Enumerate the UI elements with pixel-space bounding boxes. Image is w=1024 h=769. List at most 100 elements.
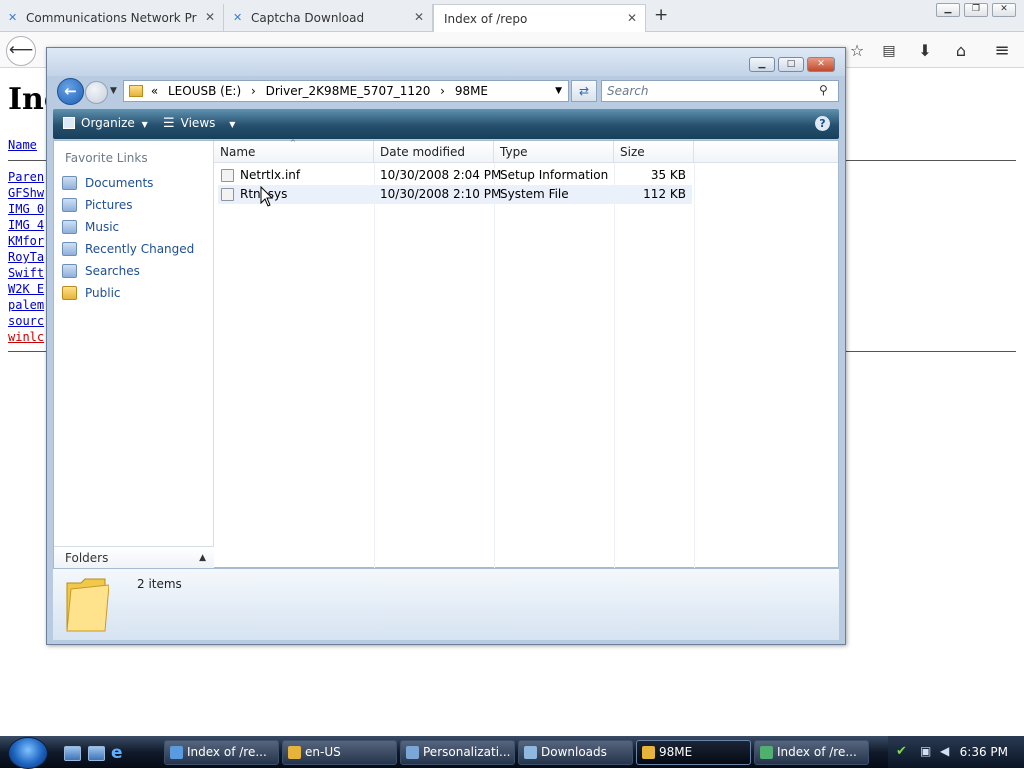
favorite-link-public[interactable]: Public — [60, 283, 210, 303]
taskbar-button[interactable]: Index of /re... — [164, 740, 279, 765]
file-link[interactable]: GFShw — [8, 186, 44, 200]
explorer-title-bar[interactable]: ▁ □ ✕ — [47, 48, 845, 76]
address-bar-row: ← ▼ « LEOUSB (E:) › Driver_2K98ME_5707_1… — [53, 78, 841, 106]
views-button[interactable]: ☰ Views ▼ — [163, 116, 235, 131]
maximize-button[interactable]: □ — [778, 57, 804, 72]
breadcrumb-separator-icon[interactable]: › — [251, 84, 256, 98]
file-name: Netrtlx.inf — [240, 168, 301, 182]
start-orb-icon[interactable] — [8, 737, 48, 769]
file-link[interactable]: IMG 4 — [8, 218, 44, 232]
taskbar-button[interactable]: Downloads — [518, 740, 633, 765]
column-header-date-modified[interactable]: Date modified — [374, 141, 494, 163]
file-size: 35 KB — [650, 168, 686, 182]
file-link[interactable]: sourc — [8, 314, 44, 328]
show-desktop-icon[interactable] — [64, 746, 81, 761]
close-button[interactable]: ✕ — [807, 57, 835, 72]
menu-hamburger-icon[interactable]: ≡ — [991, 40, 1013, 62]
search-input[interactable]: Search — [601, 80, 839, 102]
clock[interactable]: 6:36 PM — [960, 745, 1008, 759]
browser-tab[interactable]: ✕ Captcha Download ✕ — [225, 4, 433, 32]
network-icon[interactable]: ▣ — [920, 744, 931, 758]
favorite-link-documents[interactable]: Documents — [60, 173, 210, 193]
taskbar-button-active[interactable]: 98ME — [636, 740, 751, 765]
breadcrumb-separator-icon[interactable]: › — [440, 84, 445, 98]
breadcrumb-folder[interactable]: Driver_2K98ME_5707_1120 — [266, 84, 431, 98]
switch-windows-icon[interactable] — [88, 746, 105, 761]
folder-icon — [642, 746, 655, 759]
internet-explorer-icon[interactable]: e — [111, 743, 123, 763]
mouse-cursor-icon — [260, 186, 274, 207]
file-link[interactable]: W2K E — [8, 282, 44, 296]
navigation-pane: Favorite Links Documents Pictures Music … — [54, 141, 214, 569]
bookmark-star-icon[interactable]: ☆ — [846, 40, 868, 62]
file-link[interactable]: KMfor — [8, 234, 44, 248]
taskbar-button[interactable]: en-US — [282, 740, 397, 765]
column-header-empty — [694, 141, 838, 163]
browser-tab-active[interactable]: Index of /repo ✕ — [433, 4, 646, 32]
browser-tab[interactable]: ✕ Communications Network Pr ✕ — [0, 4, 224, 32]
tab-close-icon[interactable]: ✕ — [414, 10, 424, 24]
browser-tab-bar: ✕ Communications Network Pr ✕ ✕ Captcha … — [0, 0, 1024, 32]
tab-close-icon[interactable]: ✕ — [627, 11, 637, 25]
command-toolbar: Organize ▼ ☰ Views ▼ ? — [53, 109, 839, 139]
breadcrumb-current[interactable]: 98ME — [455, 84, 488, 98]
help-icon[interactable]: ? — [815, 116, 830, 131]
forward-arrow-icon[interactable] — [85, 81, 108, 104]
tab-close-icon[interactable]: ✕ — [205, 10, 215, 24]
column-header-size[interactable]: Size — [614, 141, 694, 163]
system-tray: ✔ ▣ ◀ 6:36 PM — [888, 736, 1024, 768]
file-link-visited[interactable]: winlc — [8, 330, 44, 344]
new-tab-button[interactable]: + — [654, 5, 668, 25]
search-magnifier-icon[interactable]: ⚲ — [819, 83, 828, 97]
file-link[interactable]: RoyTa — [8, 250, 44, 264]
taskbar: e Index of /re... en-US Personalizati...… — [0, 736, 1024, 769]
column-divider — [614, 163, 615, 569]
back-arrow-icon[interactable]: ⟵ — [6, 36, 36, 66]
refresh-icon[interactable]: ⇄ — [571, 80, 597, 102]
download-arrow-icon[interactable]: ⬇ — [914, 40, 936, 62]
setup-file-icon — [221, 169, 234, 182]
file-row[interactable]: Netrtlx.inf 10/30/2008 2:04 PM Setup Inf… — [218, 166, 692, 185]
taskbar-button[interactable]: Index of /re... — [754, 740, 869, 765]
browser-icon — [760, 746, 773, 759]
folder-large-icon — [66, 578, 109, 632]
recently-changed-icon — [62, 242, 77, 256]
views-list-icon: ☰ — [163, 116, 175, 131]
explorer-content: Favorite Links Documents Pictures Music … — [53, 139, 839, 569]
recent-pages-chevron-icon[interactable]: ▼ — [110, 86, 117, 96]
restore-window-button[interactable]: ❐ — [964, 3, 988, 17]
file-link[interactable]: Swift — [8, 266, 44, 280]
security-check-icon[interactable]: ✔ — [896, 744, 907, 759]
favorite-link-pictures[interactable]: Pictures — [60, 195, 210, 215]
address-bar[interactable]: « LEOUSB (E:) › Driver_2K98ME_5707_1120 … — [123, 80, 569, 102]
column-header-type[interactable]: Type — [494, 141, 614, 163]
close-window-button[interactable]: ✕ — [992, 3, 1016, 17]
details-pane: 2 items — [53, 568, 839, 640]
breadcrumb-overflow[interactable]: « — [151, 84, 158, 98]
documents-icon — [62, 176, 77, 190]
minimize-button[interactable]: ▁ — [749, 57, 775, 72]
favorite-links-heading: Favorite Links — [65, 151, 148, 165]
address-dropdown-icon[interactable]: ▼ — [555, 81, 562, 101]
favorite-link-recently-changed[interactable]: Recently Changed — [60, 239, 210, 259]
taskbar-button[interactable]: Personalizati... — [400, 740, 515, 765]
home-icon[interactable]: ⌂ — [950, 40, 972, 62]
favorite-link-music[interactable]: Music — [60, 217, 210, 237]
reading-list-icon[interactable]: ▤ — [878, 40, 900, 62]
file-link[interactable]: Paren — [8, 170, 44, 184]
searches-icon — [62, 264, 77, 278]
folder-icon — [62, 286, 77, 300]
folders-toggle[interactable]: Folders ▲ — [54, 546, 214, 569]
column-header-link[interactable]: Name — [8, 138, 37, 152]
volume-icon[interactable]: ◀ — [940, 744, 949, 758]
minimize-window-button[interactable]: ▁ — [936, 3, 960, 17]
file-row[interactable]: Rtnl.sys 10/30/2008 2:10 PM System File … — [218, 185, 692, 204]
sort-arrow-icon: ^ — [290, 139, 296, 147]
breadcrumb-drive[interactable]: LEOUSB (E:) — [168, 84, 241, 98]
file-link[interactable]: IMG 0 — [8, 202, 44, 216]
favorite-link-searches[interactable]: Searches — [60, 261, 210, 281]
back-arrow-icon[interactable]: ← — [57, 78, 84, 105]
explorer-window: ▁ □ ✕ ← ▼ « LEOUSB (E:) › Driver_2K98ME_… — [46, 47, 846, 645]
file-link[interactable]: palem — [8, 298, 44, 312]
organize-button[interactable]: Organize ▼ — [63, 116, 148, 130]
